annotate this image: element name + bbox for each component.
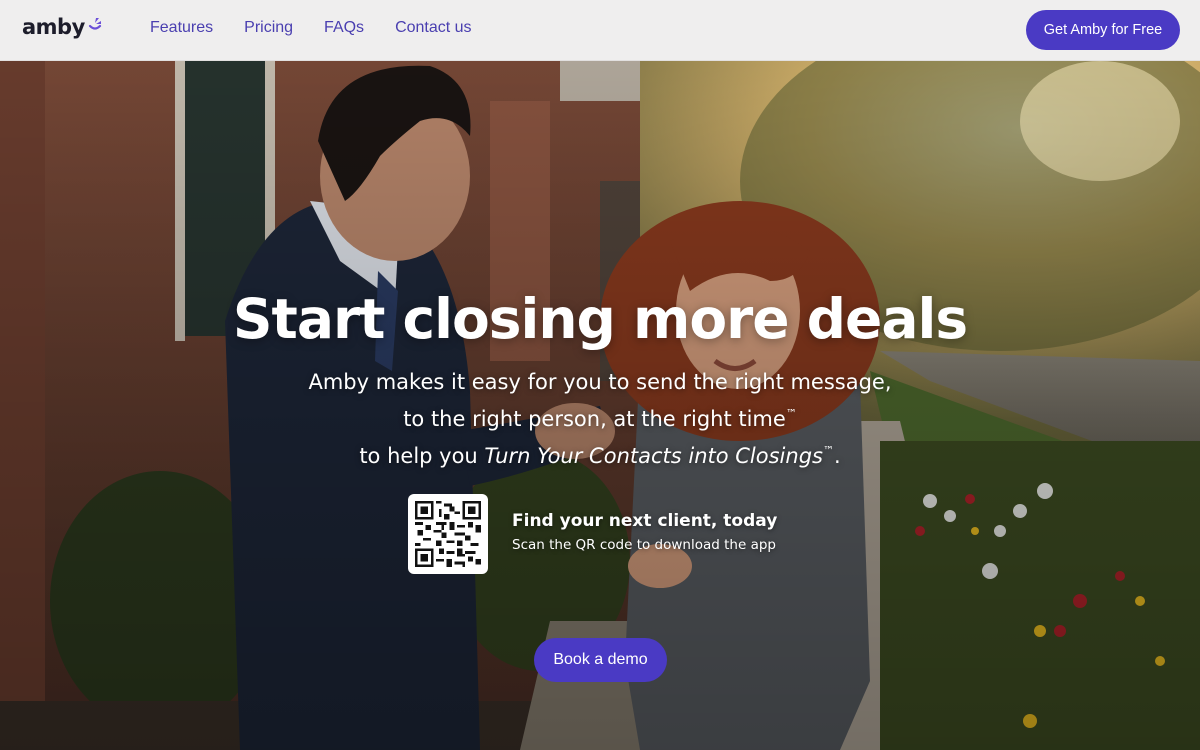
nav-features-link[interactable]: Features	[150, 19, 213, 37]
subtext-line-2: to the right person, at the right time™	[403, 407, 797, 431]
subtext-line-1: Amby makes it easy for you to send the r…	[308, 370, 892, 394]
book-demo-button[interactable]: Book a demo	[534, 638, 667, 682]
main-nav: Features Pricing FAQs Contact us	[150, 19, 503, 37]
hero-headline: Start closing more deals	[232, 287, 968, 351]
hero-section: Start closing more deals Amby makes it e…	[0, 61, 1200, 750]
qr-callout: Find your next client, today Scan the QR…	[512, 511, 777, 553]
nav-faqs-link[interactable]: FAQs	[324, 19, 364, 37]
nav-contact-link[interactable]: Contact us	[395, 19, 471, 37]
amby-logo[interactable]: amby	[22, 15, 103, 39]
nav-pricing-link[interactable]: Pricing	[244, 19, 293, 37]
amby-sparkle-icon	[88, 18, 101, 30]
logo-text: amby	[22, 15, 85, 39]
get-amby-free-button[interactable]: Get Amby for Free	[1026, 10, 1180, 50]
subtext-line-3: to help you Turn Your Contacts into Clos…	[359, 444, 841, 468]
qr-subtitle: Scan the QR code to download the app	[512, 537, 776, 553]
top-navigation-bar: amby Features Pricing FAQs Contact us Ge…	[0, 0, 1200, 61]
app-qr-code[interactable]	[408, 494, 488, 574]
qr-code-icon	[415, 501, 481, 567]
qr-title: Find your next client, today	[512, 511, 778, 531]
hero-subtext: Amby makes it easy for you to send the r…	[0, 366, 1200, 472]
